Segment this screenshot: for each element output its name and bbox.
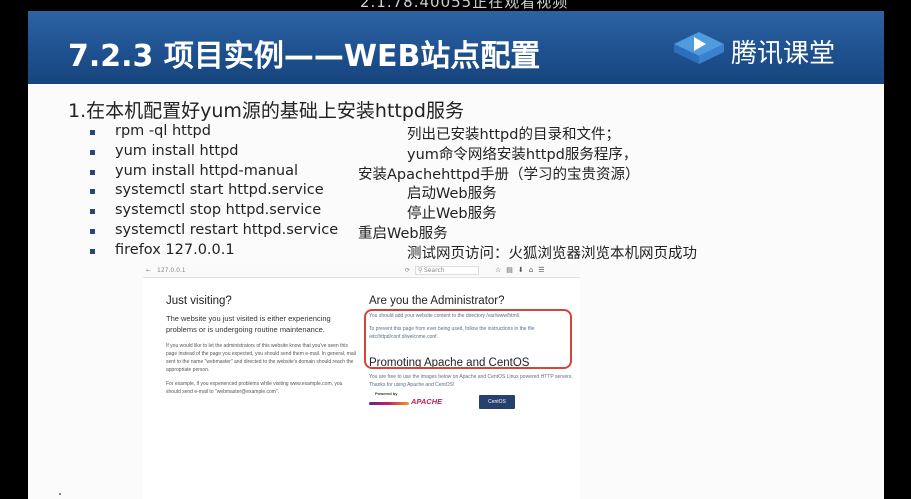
- administrator-heading: Are you the Administrator?: [369, 295, 505, 307]
- command-text: yum install httpd-manual: [115, 162, 299, 179]
- bullet-icon: [90, 189, 95, 195]
- centos-badge: CentOS: [479, 395, 515, 409]
- library-icon[interactable]: ▤: [506, 266, 518, 274]
- browser-toolbar: ← 127.0.0.1 ⟳ ⚲ Search ☆▤⬇⌂☰: [143, 264, 580, 278]
- promo-text: You are free to use the images below on …: [369, 374, 573, 388]
- apache-label: APACHE: [411, 397, 443, 406]
- search-input[interactable]: ⚲ Search: [415, 266, 479, 275]
- bullet-icon: [90, 149, 95, 155]
- maintenance-lead-text: The website you just visited is either e…: [166, 314, 331, 334]
- command-description: 安装Apachehttpd手册（学习的宝贵资源）: [358, 166, 640, 183]
- bullet-icon: [90, 248, 95, 254]
- search-icon: ⚲: [418, 267, 423, 274]
- menu-icon[interactable]: ☰: [538, 266, 549, 274]
- highlight-box: [364, 309, 572, 369]
- powered-by-label: Powered by: [375, 391, 398, 396]
- command-description: yum命令网络安装httpd服务程序，: [407, 146, 638, 163]
- apache-feather-icon: [369, 402, 409, 405]
- command-description: 重启Web服务: [358, 225, 448, 242]
- reload-icon[interactable]: ⟳: [405, 267, 410, 274]
- command-text: yum install httpd: [115, 142, 239, 159]
- logo-text: 腾讯课堂: [731, 39, 836, 69]
- just-visiting-heading: Just visiting?: [166, 295, 232, 307]
- toolbar-icons[interactable]: ☆▤⬇⌂☰: [495, 266, 550, 274]
- command-description: 停止Web服务: [407, 206, 497, 223]
- command-text: firefox 127.0.0.1: [115, 241, 235, 258]
- home-icon[interactable]: ⌂: [529, 266, 538, 274]
- bullet-icon: [90, 228, 95, 234]
- bullet-icon: [90, 130, 95, 135]
- browser-screenshot: ← 127.0.0.1 ⟳ ⚲ Search ☆▤⬇⌂☰ Just visitin…: [143, 264, 580, 499]
- download-icon[interactable]: ⬇: [518, 266, 529, 274]
- administrator-column: Are you the Administrator? You should ad…: [364, 295, 574, 412]
- badges: Powered by APACHE CentOS: [369, 391, 574, 412]
- command-text: systemctl stop httpd.service: [115, 202, 322, 219]
- play-icon: [674, 32, 724, 64]
- back-arrow-icon[interactable]: ←: [146, 267, 151, 274]
- section-heading: 1.在本机配置好yum源的基础上安装httpd服务: [68, 100, 464, 122]
- slide: 7.2.3 项目实例——WEB站点配置 腾讯课堂 1.在本机配置好yum源的基础…: [28, 11, 884, 499]
- command-text: systemctl start httpd.service: [115, 182, 324, 199]
- slide-title-bar: 7.2.3 项目实例——WEB站点配置 腾讯课堂: [28, 11, 884, 84]
- example-text: For example, if you experienced problems…: [166, 381, 343, 395]
- command-description: 列出已安装httpd的目录和文件；: [407, 127, 620, 143]
- slide-marker: [59, 493, 61, 495]
- just-visiting-column: Just visiting? The website you just visi…: [166, 295, 356, 402]
- bullet-icon: [90, 169, 95, 175]
- address-bar[interactable]: 127.0.0.1: [157, 267, 186, 274]
- command-description: 启动Web服务: [407, 186, 497, 203]
- bullet-icon: [90, 209, 95, 215]
- video-overlay-bar: 2.1.78.40055正在观看视频: [0, 0, 911, 11]
- command-text: rpm -ql httpd: [115, 123, 211, 139]
- command-text: systemctl restart httpd.service: [115, 221, 339, 238]
- search-placeholder: Search: [424, 267, 445, 274]
- star-icon[interactable]: ☆: [495, 266, 506, 274]
- command-description: 测试网页访问：火狐浏览器浏览本机网页成功: [407, 245, 697, 262]
- apache-badge: Powered by APACHE: [369, 391, 471, 408]
- viewer-overlay-text: 2.1.78.40055正在观看视频: [360, 0, 569, 11]
- tencent-classroom-logo: 腾讯课堂: [673, 29, 873, 69]
- notify-admin-text: If you would like to let the administrat…: [166, 343, 356, 373]
- slide-title: 7.2.3 项目实例——WEB站点配置: [68, 39, 541, 74]
